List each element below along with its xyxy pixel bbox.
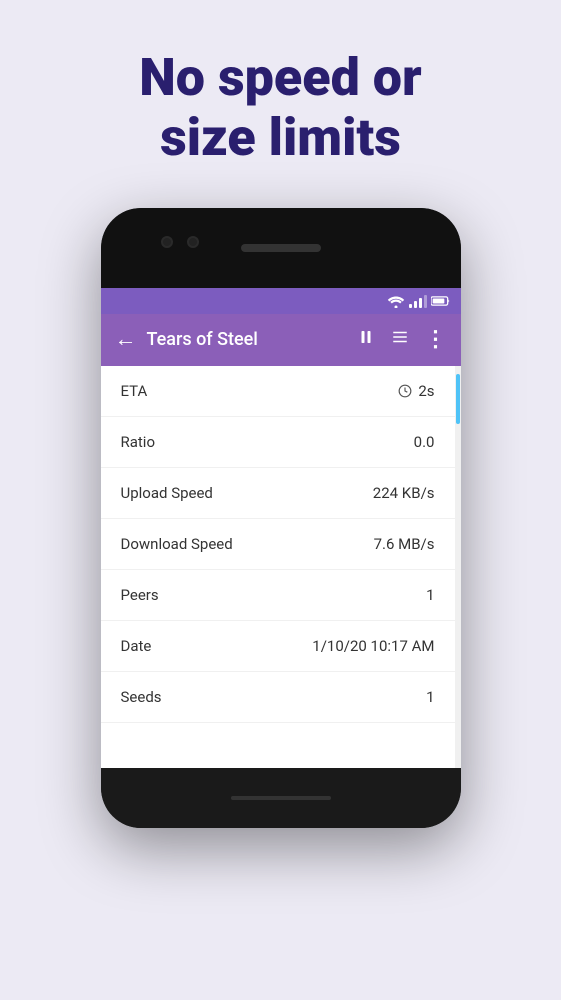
- app-title: Tears of Steel: [147, 329, 347, 350]
- info-row: Download Speed 7.6 MB/s: [101, 519, 455, 570]
- info-list: ETA 2s Ratio 0.0 Upload Speed 224 KB/s Downloa…: [101, 366, 455, 768]
- more-button[interactable]: ⋮: [425, 327, 447, 352]
- info-row: Ratio 0.0: [101, 417, 455, 468]
- scrollbar-thumb: [456, 374, 460, 424]
- headline-line2: size limits: [160, 107, 401, 168]
- status-bar: [101, 288, 461, 314]
- scrollbar-track: [455, 366, 461, 768]
- camera-dot-left: [161, 236, 173, 248]
- info-label: Upload Speed: [121, 484, 213, 502]
- headline-line1: No speed or: [139, 47, 421, 108]
- list-button[interactable]: [391, 328, 409, 351]
- status-icons: [387, 294, 451, 308]
- phone-bottom-bezel: [101, 768, 461, 828]
- battery-icon: [431, 295, 451, 307]
- info-label: ETA: [121, 382, 148, 400]
- signal-bar-1: [409, 304, 412, 308]
- clock-icon: [398, 383, 414, 398]
- signal-bars: [409, 294, 427, 308]
- info-row: Date 1/10/20 10:17 AM: [101, 621, 455, 672]
- info-value: 0.0: [414, 433, 435, 451]
- info-row: Peers 1: [101, 570, 455, 621]
- info-value: 1: [426, 586, 434, 604]
- info-value: 2s: [398, 382, 434, 400]
- back-button[interactable]: ←: [115, 329, 137, 351]
- info-label: Download Speed: [121, 535, 233, 553]
- wifi-icon: [387, 294, 405, 308]
- info-row: ETA 2s: [101, 366, 455, 417]
- signal-bar-3: [419, 298, 422, 308]
- signal-bar-4: [424, 295, 427, 308]
- info-value: 7.6 MB/s: [374, 535, 435, 553]
- phone-speaker: [241, 244, 321, 252]
- info-label: Ratio: [121, 433, 156, 451]
- info-row: Seeds 1: [101, 672, 455, 723]
- info-value: 224 KB/s: [373, 484, 435, 502]
- info-label: Seeds: [121, 688, 162, 706]
- app-toolbar: ← Tears of Steel ⋮: [101, 314, 461, 366]
- phone-camera: [161, 236, 199, 248]
- pause-button[interactable]: [357, 328, 375, 351]
- phone-top-bezel: [101, 208, 461, 288]
- phone-content-area: ETA 2s Ratio 0.0 Upload Speed 224 KB/s Downloa…: [101, 366, 461, 768]
- headline: No speed or size limits: [99, 48, 461, 168]
- info-row: Upload Speed 224 KB/s: [101, 468, 455, 519]
- signal-bar-2: [414, 301, 417, 308]
- info-value: 1: [426, 688, 434, 706]
- toolbar-actions: ⋮: [357, 327, 447, 352]
- home-indicator: [231, 796, 331, 800]
- phone-mockup: ← Tears of Steel ⋮ ETA2sRatio0.0Upl: [101, 208, 461, 828]
- camera-dot-right: [187, 236, 199, 248]
- info-label: Date: [121, 637, 152, 655]
- info-value: 1/10/20 10:17 AM: [312, 637, 434, 655]
- info-label: Peers: [121, 586, 159, 604]
